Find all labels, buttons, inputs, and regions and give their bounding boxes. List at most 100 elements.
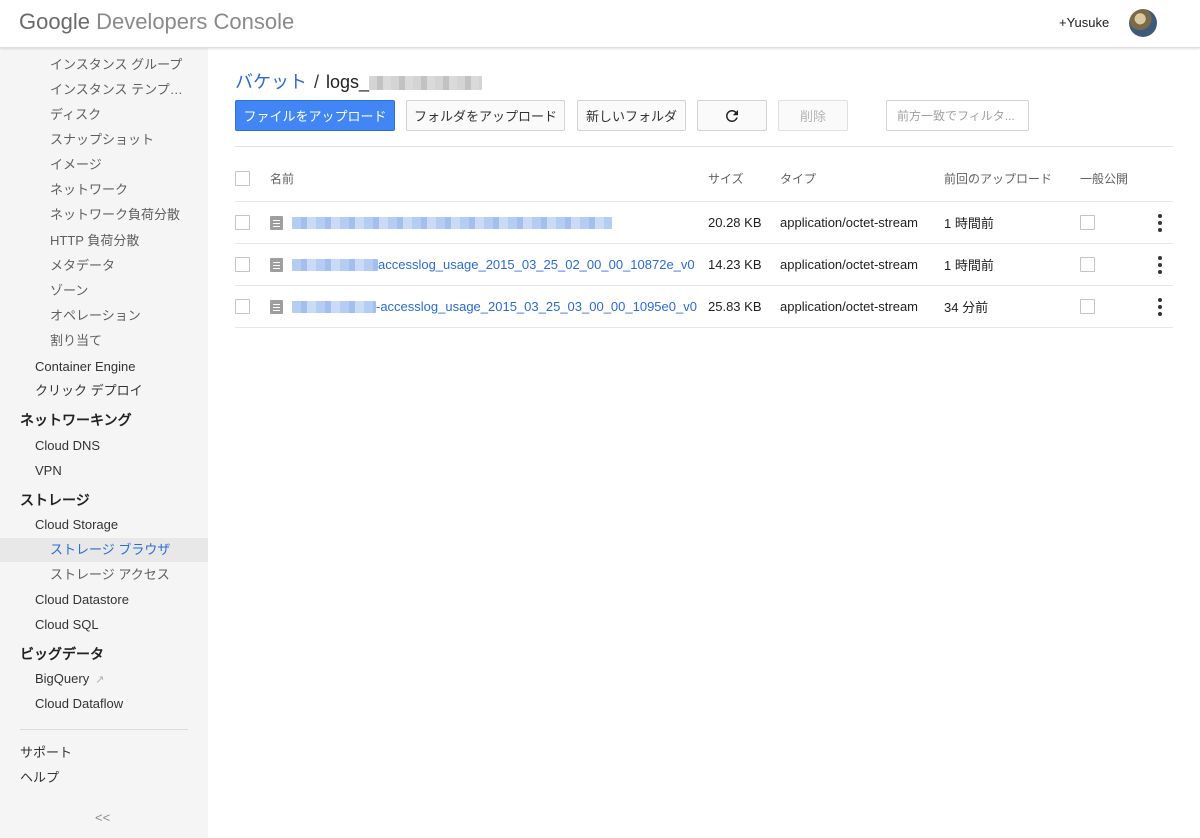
sidebar-item-operations[interactable]: オペレーション <box>0 304 208 328</box>
sidebar-item-network-load-balancing[interactable]: ネットワーク負荷分散 <box>0 203 208 227</box>
column-header-name[interactable]: 名前 <box>270 156 294 201</box>
more-options-icon[interactable] <box>1150 255 1170 275</box>
file-name-link[interactable]: -accesslog_usage_2015_03_25_03_00_00_109… <box>292 299 697 314</box>
delete-button[interactable]: 削除 <box>778 100 848 131</box>
sidebar-item-snapshots[interactable]: スナップショット <box>0 128 208 152</box>
sidebar-item-label: Cloud SQL <box>35 617 99 632</box>
sidebar-item-cloud-dataflow[interactable]: Cloud Dataflow <box>0 692 208 716</box>
sidebar-item-instance-templates[interactable]: インスタンス テンプ… <box>0 78 208 102</box>
sidebar-item-container-engine[interactable]: Container Engine <box>0 355 208 379</box>
file-name-link[interactable]: accesslog_usage_2015_03_25_02_00_00_1087… <box>292 257 695 272</box>
sidebar-item-label: Cloud Datastore <box>35 592 129 607</box>
file-name-link[interactable] <box>292 216 612 229</box>
collapse-sidebar-icon[interactable]: << <box>95 810 110 825</box>
row-select-checkbox[interactable] <box>235 215 250 230</box>
sidebar-item-http-load-balancing[interactable]: HTTP 負荷分散 <box>0 229 208 253</box>
more-options-icon[interactable] <box>1150 213 1170 233</box>
refresh-button[interactable] <box>697 100 767 131</box>
sidebar-item-label: Container Engine <box>35 359 136 374</box>
file-last-upload: 34 分前 <box>944 300 989 315</box>
new-folder-button[interactable]: 新しいフォルダ <box>577 100 686 131</box>
sidebar-item-label: ヘルプ <box>20 770 60 785</box>
sidebar-item-label: ゾーン <box>50 283 89 298</box>
sidebar-item-cloud-datastore[interactable]: Cloud Datastore <box>0 588 208 612</box>
sidebar-item-label: BigQuery <box>35 671 90 686</box>
file-type: application/octet-stream <box>780 215 919 230</box>
column-header-type[interactable]: タイプ <box>780 156 816 201</box>
sidebar-item-cloud-storage[interactable]: Cloud Storage <box>0 513 208 537</box>
file-icon <box>270 257 283 272</box>
google-developers-console-logo[interactable]: Google Developers Console <box>19 9 294 35</box>
public-link-checkbox[interactable] <box>1080 215 1095 230</box>
file-size: 14.23 KB <box>708 257 762 272</box>
toolbar-divider <box>235 146 1173 147</box>
file-size: 25.83 KB <box>708 299 762 314</box>
sidebar-item-label: VPN <box>35 463 62 478</box>
breadcrumb: バケット / logs_ <box>235 68 483 94</box>
row-select-checkbox[interactable] <box>235 257 250 272</box>
public-link-checkbox[interactable] <box>1080 299 1095 314</box>
sidebar-item-vpn[interactable]: VPN <box>0 459 208 483</box>
sidebar-item-label: オペレーション <box>50 308 141 323</box>
column-header-public[interactable]: 一般公開 <box>1080 156 1128 201</box>
column-header-last-upload[interactable]: 前回のアップロード <box>944 156 1052 201</box>
sidebar-item-storage-browser[interactable]: ストレージ ブラウザ <box>0 538 208 562</box>
more-options-icon[interactable] <box>1150 297 1170 317</box>
user-avatar[interactable] <box>1129 9 1157 37</box>
sidebar-item-bigquery[interactable]: BigQuery ↗ <box>0 667 208 691</box>
table-row[interactable]: -accesslog_usage_2015_03_25_03_00_00_109… <box>235 286 1173 328</box>
redacted-bucket-name <box>369 76 483 91</box>
sidebar-item-help[interactable]: ヘルプ <box>0 766 208 790</box>
main-content: バケット / logs_ ファイルをアップロード フォルダをアップロード 新しいフォ… <box>208 48 1200 838</box>
table-header-row: 名前 サイズ タイプ 前回のアップロード 一般公開 <box>235 156 1173 202</box>
sidebar-item-disks[interactable]: ディスク <box>0 103 208 127</box>
sidebar-item-label: ストレージ ブラウザ <box>50 542 171 557</box>
sidebar-item-networks[interactable]: ネットワーク <box>0 178 208 202</box>
sidebar-category-storage: ストレージ <box>0 488 208 512</box>
sidebar-nav: インスタンス グループ インスタンス テンプ… ディスク スナップショット イメ… <box>0 48 208 838</box>
column-header-size[interactable]: サイズ <box>708 156 744 201</box>
upload-folder-button[interactable]: フォルダをアップロード <box>406 100 565 131</box>
file-last-upload: 1 時間前 <box>944 258 994 273</box>
sidebar-item-cloud-sql[interactable]: Cloud SQL <box>0 613 208 637</box>
sidebar-item-quotas[interactable]: 割り当て <box>0 329 208 353</box>
row-select-checkbox[interactable] <box>235 299 250 314</box>
file-name-suffix: -accesslog_usage_2015_03_25_03_00_00_109… <box>376 299 697 314</box>
sidebar-divider <box>20 729 188 730</box>
redacted-file-name <box>292 258 378 271</box>
sidebar-item-label: ネットワーク <box>50 182 129 197</box>
file-last-upload: 1 時間前 <box>944 216 994 231</box>
breadcrumb-buckets-link[interactable]: バケット <box>235 72 307 92</box>
sidebar-item-images[interactable]: イメージ <box>0 153 208 177</box>
top-header: Google Developers Console +Yusuke <box>0 0 1200 48</box>
file-type: application/octet-stream <box>780 299 919 314</box>
sidebar-item-instance-groups[interactable]: インスタンス グループ <box>0 53 208 77</box>
user-name-link[interactable]: +Yusuke <box>1059 15 1109 30</box>
table-row[interactable]: accesslog_usage_2015_03_25_02_00_00_1087… <box>235 244 1173 286</box>
sidebar-item-support[interactable]: サポート <box>0 741 208 765</box>
breadcrumb-current-bucket: logs_ <box>326 72 370 92</box>
file-size: 20.28 KB <box>708 215 762 230</box>
google-logo-text: Google <box>19 9 90 34</box>
sidebar-category-label: ストレージ <box>20 492 90 508</box>
sidebar-item-label: サポート <box>20 745 73 760</box>
prefix-filter-input[interactable] <box>886 100 1029 131</box>
sidebar-category-big-data: ビッグデータ <box>0 642 208 666</box>
table-row[interactable]: 20.28 KB application/octet-stream 1 時間前 <box>235 202 1173 244</box>
sidebar-item-label: イメージ <box>50 157 102 172</box>
refresh-icon <box>725 109 738 122</box>
upload-files-button[interactable]: ファイルをアップロード <box>235 100 395 131</box>
public-link-checkbox[interactable] <box>1080 257 1095 272</box>
sidebar-item-click-deploy[interactable]: クリック デプロイ <box>0 379 208 403</box>
file-icon <box>270 215 283 230</box>
select-all-checkbox[interactable] <box>235 171 250 186</box>
sidebar-item-zones[interactable]: ゾーン <box>0 279 208 303</box>
sidebar-item-label: クリック デプロイ <box>35 383 143 398</box>
breadcrumb-separator: / <box>314 72 320 92</box>
sidebar-item-label: 割り当て <box>50 333 103 348</box>
sidebar-item-storage-access[interactable]: ストレージ アクセス <box>0 563 208 587</box>
sidebar-item-metadata[interactable]: メタデータ <box>0 254 208 278</box>
sidebar-item-label: ネットワーク負荷分散 <box>50 207 181 222</box>
product-name: Developers Console <box>96 9 295 34</box>
sidebar-item-cloud-dns[interactable]: Cloud DNS <box>0 434 208 458</box>
